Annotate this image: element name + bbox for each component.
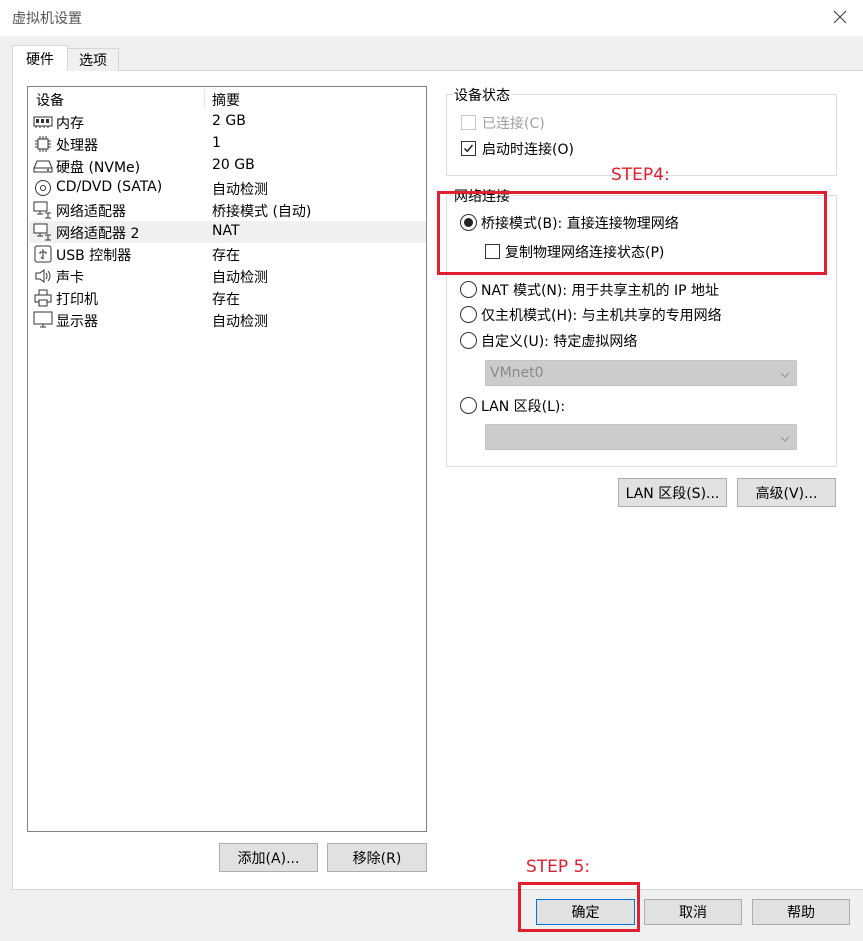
- device-row-cd-dvd[interactable]: CD/DVD (SATA) 自动检测: [29, 177, 426, 199]
- device-summary: NAT: [212, 223, 240, 239]
- connect-at-power-on-label: 启动时连接(O): [482, 142, 574, 158]
- remove-device-button[interactable]: 移除(R): [327, 843, 427, 872]
- device-name: 网络适配器: [56, 204, 126, 220]
- device-row-usb-controller[interactable]: USB 控制器 存在: [29, 243, 426, 265]
- device-row-memory[interactable]: 内存 2 GB: [29, 111, 426, 133]
- lan-segment-label: LAN 区段(L):: [481, 399, 566, 415]
- step5-highlight-box: [518, 882, 640, 932]
- processor-icon: [33, 135, 53, 153]
- add-device-button[interactable]: 添加(A)...: [219, 843, 318, 872]
- connect-at-power-on-checkbox[interactable]: [461, 141, 476, 156]
- chevron-down-icon: [780, 432, 790, 448]
- device-summary: 20 GB: [212, 157, 255, 173]
- device-row-network-adapter-2[interactable]: 网络适配器 2 NAT: [29, 221, 426, 243]
- nat-label: NAT 模式(N): 用于共享主机的 IP 地址: [481, 283, 719, 299]
- nat-radio[interactable]: [460, 281, 477, 298]
- device-row-hard-disk[interactable]: 硬盘 (NVMe) 20 GB: [29, 155, 426, 177]
- column-header-device[interactable]: 设备: [36, 90, 64, 110]
- device-summary: 自动检测: [212, 182, 268, 198]
- connected-checkbox[interactable]: [461, 115, 476, 130]
- cancel-button[interactable]: 取消: [644, 899, 742, 925]
- device-summary: 存在: [212, 248, 240, 264]
- device-name: 硬盘 (NVMe): [56, 160, 141, 176]
- lan-segment-select[interactable]: [485, 424, 797, 450]
- lan-segments-button[interactable]: LAN 区段(S)...: [618, 478, 727, 507]
- device-row-display[interactable]: 显示器 自动检测: [29, 309, 426, 331]
- advanced-button[interactable]: 高级(V)...: [737, 478, 836, 507]
- device-row-processor[interactable]: 处理器 1: [29, 133, 426, 155]
- device-summary: 1: [212, 135, 221, 151]
- device-name: CD/DVD (SATA): [56, 179, 163, 195]
- device-name: 内存: [56, 116, 84, 132]
- custom-network-value: VMnet0: [490, 365, 544, 381]
- sound-card-icon: [33, 267, 53, 285]
- chevron-down-icon: [780, 368, 790, 384]
- device-name: 声卡: [56, 270, 84, 286]
- window-title: 虚拟机设置: [12, 11, 82, 27]
- device-row-network-adapter[interactable]: 网络适配器 桥接模式 (自动): [29, 199, 426, 221]
- custom-network-select[interactable]: VMnet0: [485, 360, 797, 386]
- device-summary: 2 GB: [212, 113, 246, 129]
- device-row-printer[interactable]: 打印机 存在: [29, 287, 426, 309]
- tab-hardware-label: 硬件: [26, 51, 54, 68]
- cd-dvd-icon: [33, 179, 53, 197]
- host-only-radio[interactable]: [460, 306, 477, 323]
- usb-icon: [33, 245, 53, 263]
- memory-icon: [33, 113, 53, 131]
- device-list[interactable]: 设备 摘要 内存 2 GB 处理器 1 硬盘 (NVMe) 20 GB CD/D…: [27, 86, 427, 832]
- lan-segment-radio[interactable]: [460, 397, 477, 414]
- custom-label: 自定义(U): 特定虚拟网络: [481, 334, 638, 350]
- device-summary: 存在: [212, 292, 240, 308]
- column-header-summary[interactable]: 摘要: [212, 90, 240, 110]
- network-adapter-icon: [33, 223, 53, 241]
- close-icon: [833, 10, 847, 24]
- device-name: 打印机: [56, 292, 98, 308]
- step5-annotation: STEP 5:: [526, 857, 591, 877]
- device-name: 网络适配器 2: [56, 226, 140, 242]
- network-adapter-icon: [33, 201, 53, 219]
- device-name: 处理器: [56, 138, 98, 154]
- help-button[interactable]: 帮助: [752, 899, 850, 925]
- device-summary: 自动检测: [212, 270, 268, 286]
- hard-disk-icon: [33, 157, 53, 175]
- device-status-group: [446, 94, 837, 176]
- device-summary: 桥接模式 (自动): [212, 204, 312, 220]
- title-bar: [0, 0, 863, 36]
- connected-label: 已连接(C): [482, 116, 545, 132]
- checkmark-icon: [463, 144, 474, 153]
- device-name: 显示器: [56, 314, 98, 330]
- printer-icon: [33, 289, 53, 307]
- column-separator[interactable]: [204, 89, 205, 109]
- step4-highlight-box: [437, 191, 827, 275]
- device-row-sound-card[interactable]: 声卡 自动检测: [29, 265, 426, 287]
- device-summary: 自动检测: [212, 314, 268, 330]
- host-only-label: 仅主机模式(H): 与主机共享的专用网络: [481, 308, 722, 324]
- tab-options[interactable]: 选项: [67, 48, 119, 71]
- device-status-title: 设备状态: [453, 85, 511, 105]
- display-icon: [33, 311, 53, 329]
- tab-hardware[interactable]: 硬件: [12, 45, 68, 71]
- step4-annotation: STEP4:: [611, 165, 670, 185]
- tab-options-label: 选项: [79, 53, 107, 69]
- custom-radio[interactable]: [460, 332, 477, 349]
- device-name: USB 控制器: [56, 248, 132, 264]
- close-button[interactable]: [826, 4, 854, 30]
